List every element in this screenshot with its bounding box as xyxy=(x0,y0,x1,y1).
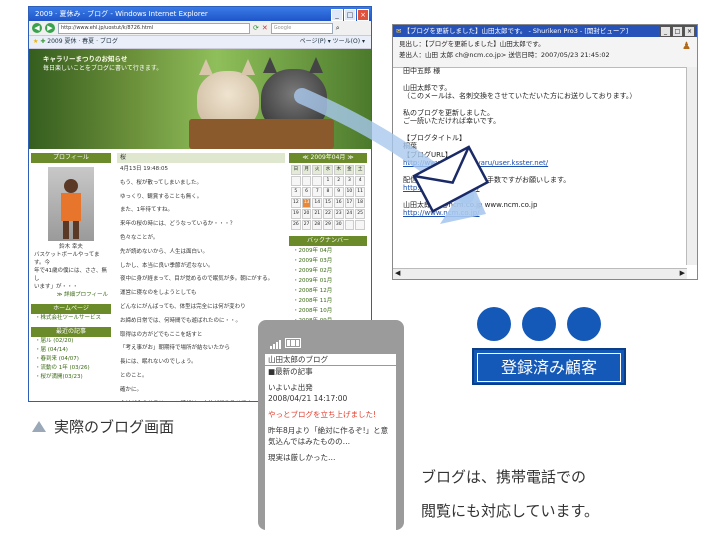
customer-icon xyxy=(522,307,556,341)
phone-blog-title: 山田太郎のブログ xyxy=(265,354,396,366)
mobile-caption-line2: 閲覧にも対応しています。 xyxy=(421,502,600,520)
signal-icon xyxy=(270,340,282,349)
phone-line: やっとブログを立ち上げました! xyxy=(268,410,377,419)
battery-icon xyxy=(285,338,301,348)
registered-customers-label: 登録済み顧客 xyxy=(472,348,626,385)
phone-line: 2008/04/21 14:17:00 xyxy=(268,394,348,403)
customer-icon xyxy=(567,307,601,341)
phone-screen: 山田太郎のブログ ■最新の記事 いよいよ出発 2008/04/21 14:17:00 や… xyxy=(265,354,396,530)
registered-customers-text: 登録済み顧客 xyxy=(477,353,621,382)
mobile-caption-line1: ブログは、携帯電話での xyxy=(421,468,587,486)
phone-line: 気込んではみたものの… xyxy=(268,437,351,446)
mobile-phone: 山田太郎のブログ ■最新の記事 いよいよ出発 2008/04/21 14:17:00 や… xyxy=(258,320,404,530)
phone-line: 昨年8月より「絶対に作るぞ!」と意 xyxy=(268,426,389,435)
blog-caption: 実際のブログ画面 xyxy=(54,418,175,436)
caption-triangle-icon xyxy=(32,421,46,432)
phone-line: 現実は厳しかった… xyxy=(268,453,336,462)
phone-line: いよいよ出発 xyxy=(268,383,313,392)
phone-line: ■最新の記事 xyxy=(268,367,313,376)
customer-icon xyxy=(477,307,511,341)
